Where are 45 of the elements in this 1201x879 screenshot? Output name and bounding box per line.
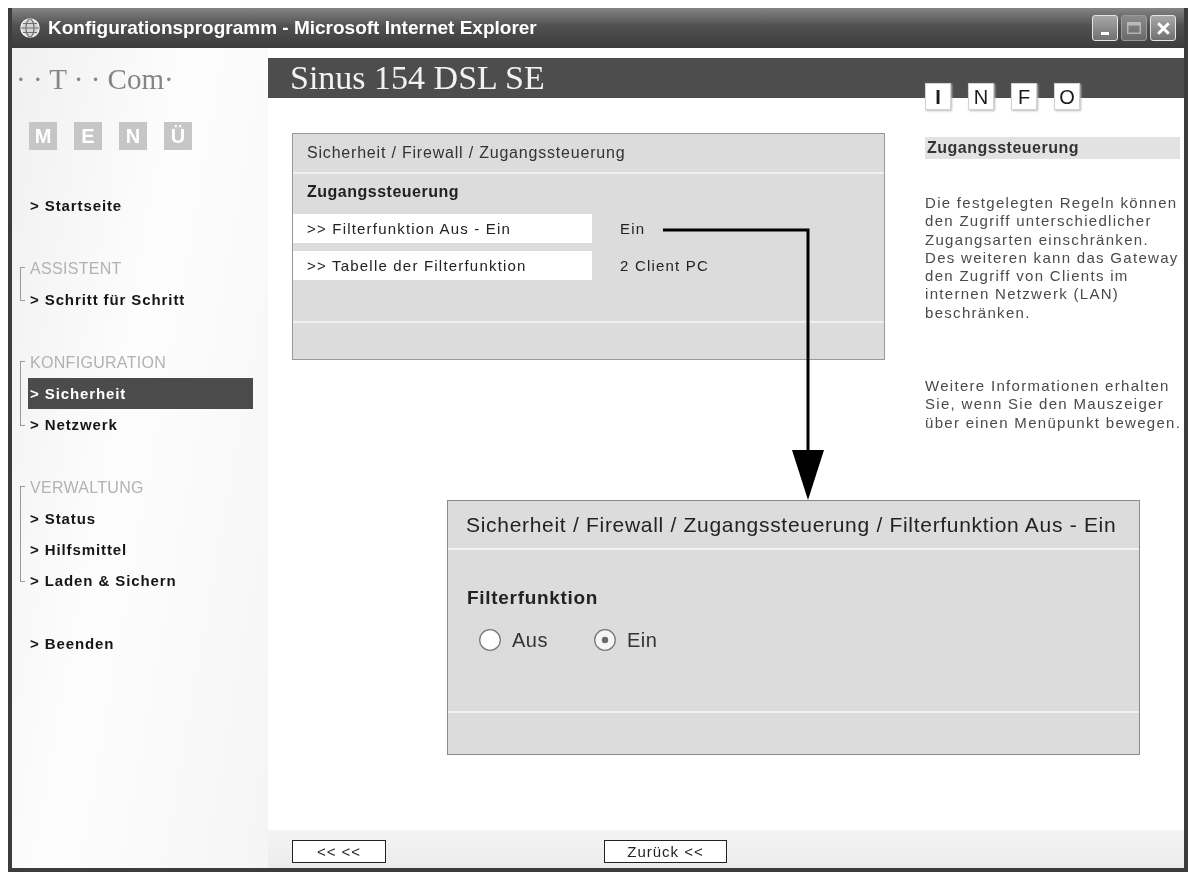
section-heading: Zugangssteuerung [306, 182, 459, 202]
setting-value: 2 Client PC [620, 257, 710, 274]
setting-link[interactable]: >> Filterfunktion Aus - Ein [293, 214, 592, 243]
product-title: Sinus 154 DSL SE [290, 58, 545, 98]
menu-item[interactable]: > Laden & Sichern [28, 565, 253, 596]
breadcrumb: Sicherheit / Firewall / Zugangssteuerung / Filterfunktion Aus - Ein [465, 512, 1117, 538]
menu-title-letter: M [29, 122, 57, 150]
radio-button[interactable] [593, 629, 616, 651]
info-paragraph: Die festgelegten Regeln können den Zugriff unterschiedlicher Zugangsarten einschränken. Des weiteren kann das Gateway den Zugriff von Clients im internen Netzwerk (LAN) beschränken. [925, 194, 1180, 323]
menu-item[interactable]: > Netzwerk [28, 409, 253, 440]
globe-icon [20, 18, 40, 38]
radio-label: Ein [626, 628, 658, 652]
info-title-letter: F [1011, 83, 1037, 110]
info-title-letter: O [1054, 83, 1080, 110]
menu-title-letter: Ü [164, 122, 192, 150]
menu-item[interactable]: > Status [28, 503, 253, 534]
window-title: Konfigurationsprogramm - Microsoft Internet Explorer [48, 17, 538, 39]
info-title-letter: I [925, 83, 951, 110]
setting-value: Ein [620, 220, 646, 237]
minimize-button[interactable] [1092, 15, 1118, 41]
radio-label: Aus [512, 628, 548, 652]
menu-item[interactable]: > Hilfsmittel [28, 534, 253, 565]
radio-button[interactable] [479, 629, 501, 651]
close-button[interactable] [1150, 15, 1176, 41]
menu-group-title: ASSISTENT [29, 259, 122, 279]
section-heading: Filterfunktion [466, 586, 599, 610]
info-title: Zugangssteuerung [925, 137, 1180, 159]
info-paragraph: Weitere Informationen erhalten Sie, wenn Sie den Mauszeiger über einen Menüpunkt bewegen. [925, 377, 1183, 432]
brand-logo: · · T · · Com· [16, 62, 174, 96]
maximize-icon [1127, 22, 1141, 34]
menu-title-letter: E [74, 122, 102, 150]
menu-title-letter: N [119, 122, 147, 150]
close-icon [1156, 21, 1170, 35]
info-title-letter: N [968, 83, 994, 110]
menu-item[interactable]: > Sicherheit [28, 378, 253, 409]
back-button[interactable]: Zurück << [604, 840, 727, 863]
menu-item[interactable]: > Beenden [28, 628, 253, 659]
menu-item[interactable]: > Startseite [28, 190, 253, 221]
breadcrumb: Sicherheit / Firewall / Zugangssteuerung [306, 143, 626, 163]
minimize-icon [1101, 32, 1109, 35]
menu-group-title: KONFIGURATION [29, 353, 167, 373]
menu-group-title: VERWALTUNG [29, 478, 144, 498]
first-page-button[interactable]: << << [292, 840, 386, 863]
menu-item[interactable]: > Schritt für Schritt [28, 284, 253, 315]
setting-link[interactable]: >> Tabelle der Filterfunktion [293, 251, 592, 280]
